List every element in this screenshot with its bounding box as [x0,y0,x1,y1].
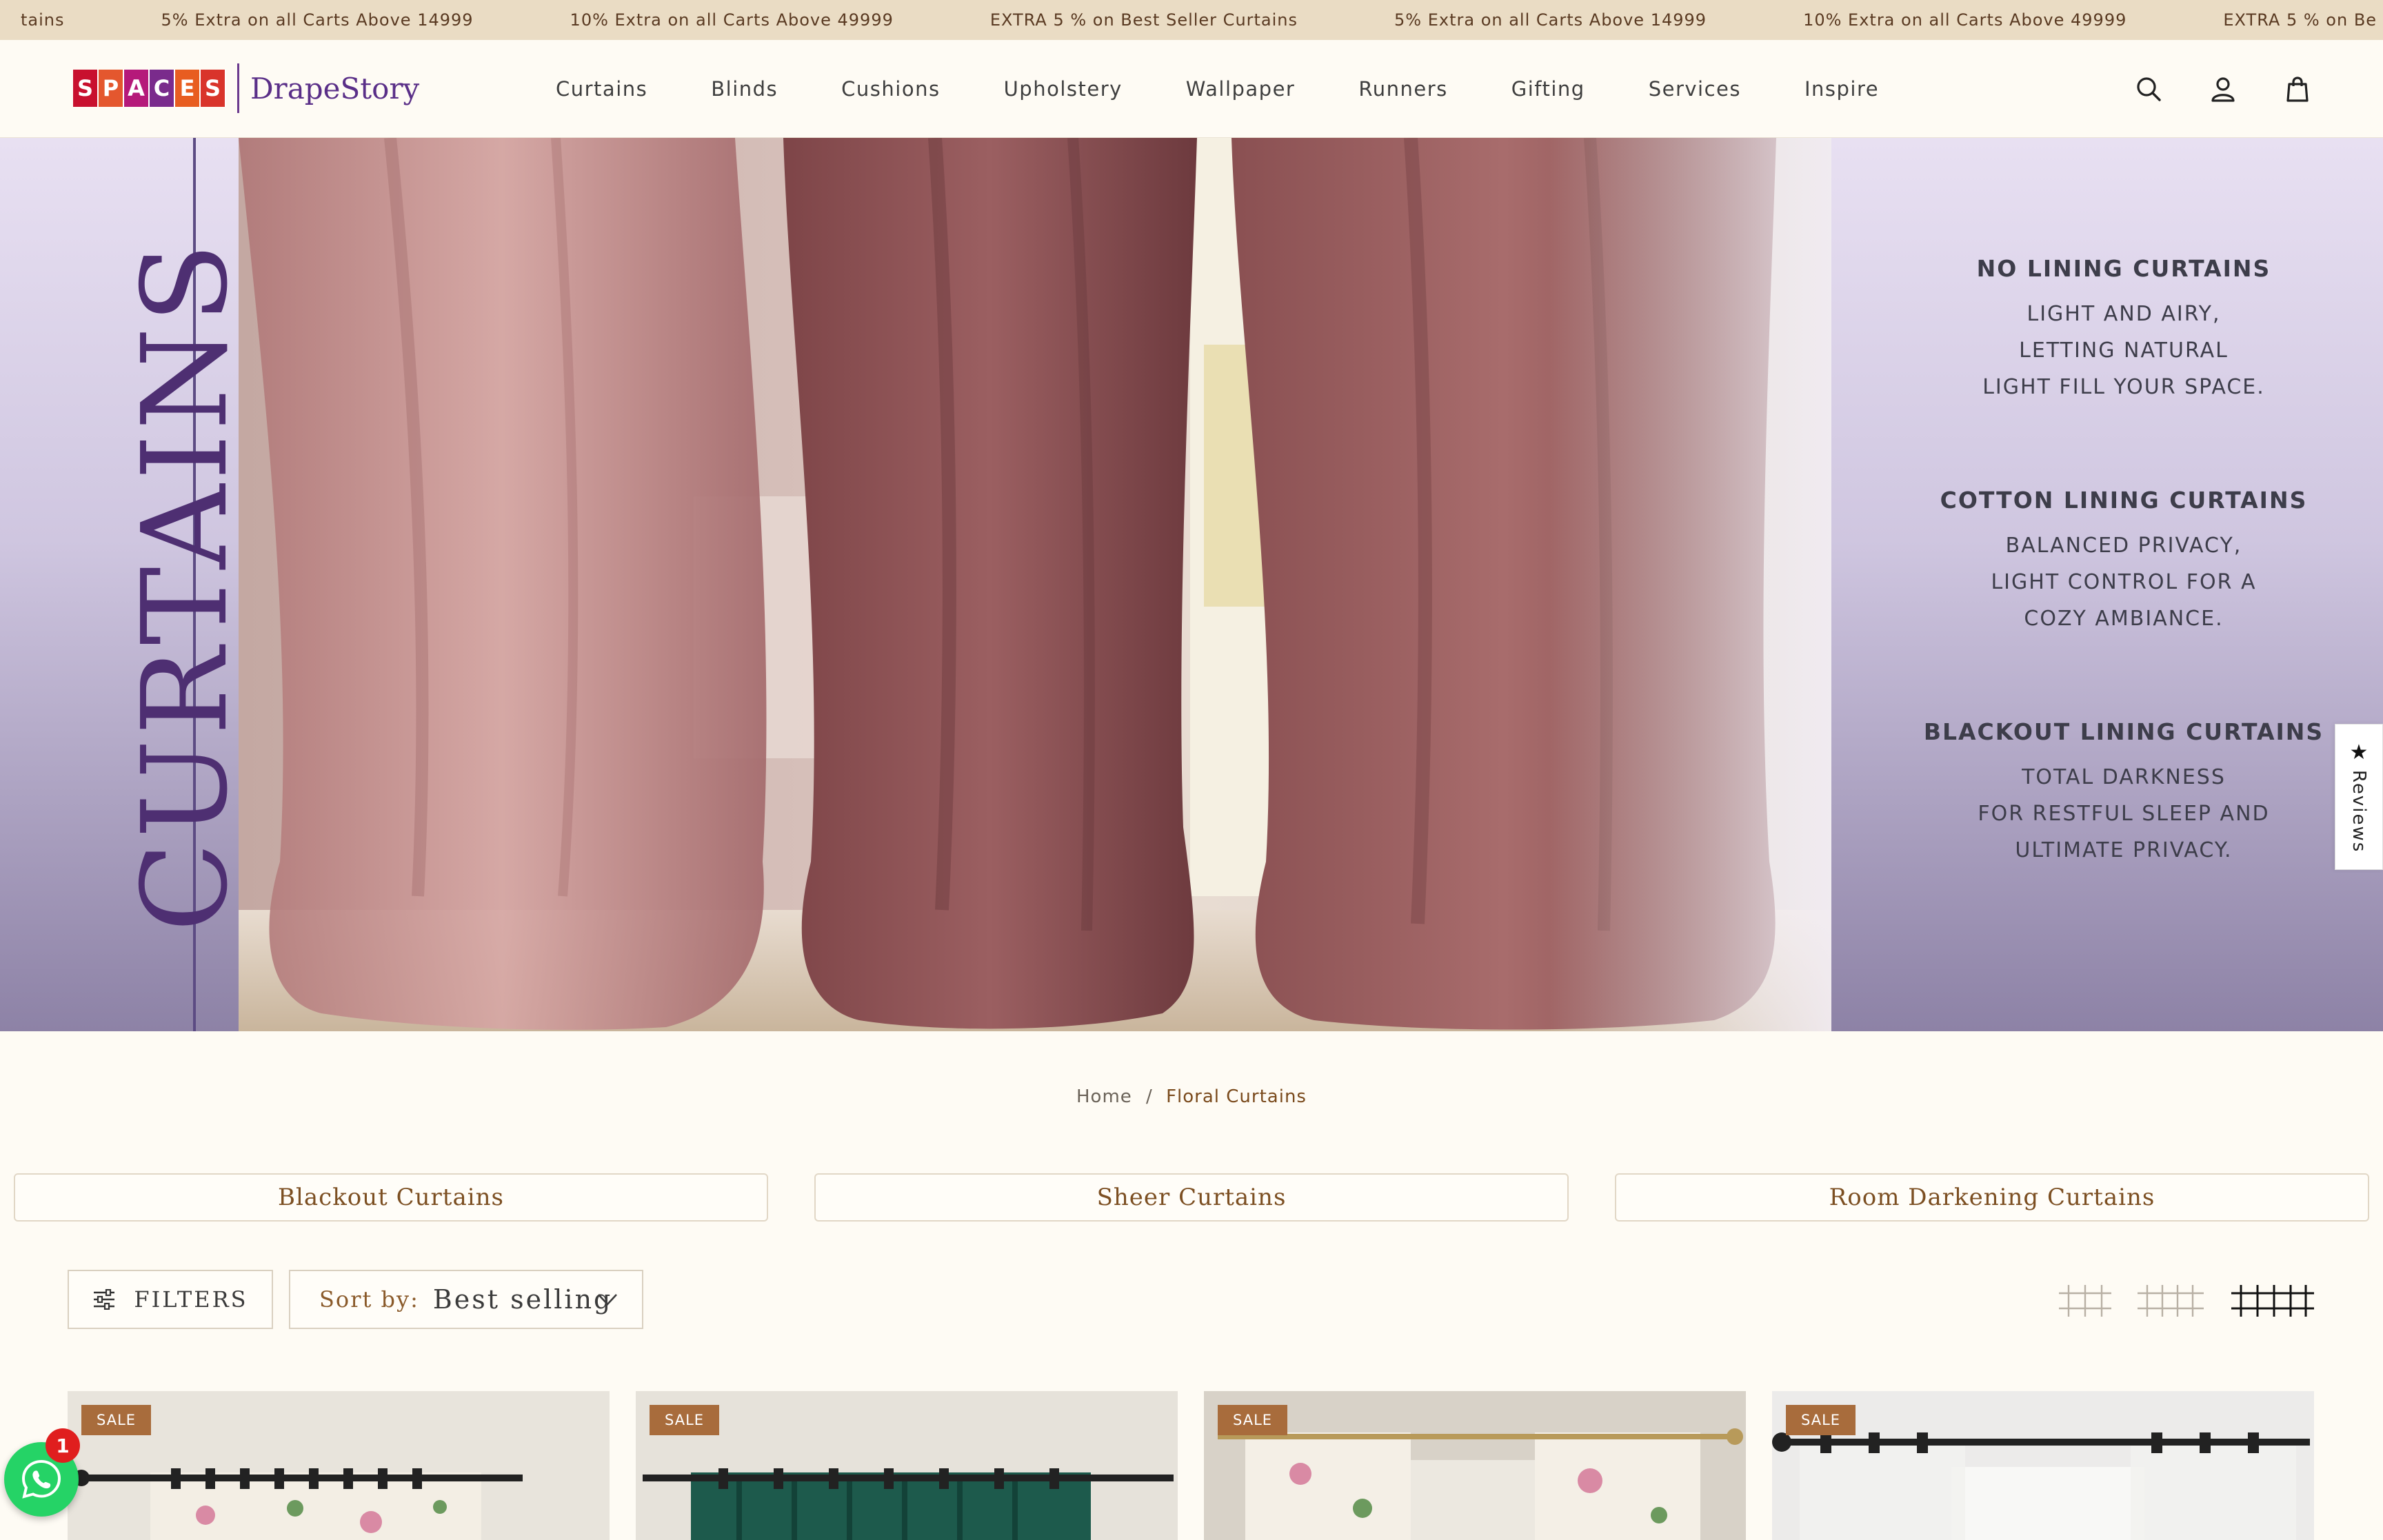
account-icon[interactable] [2209,74,2238,103]
hero-vertical-title: CURTAINS [117,239,254,932]
hero-curtain-photo [239,138,1831,1031]
chevron-down-icon [598,1294,617,1306]
breadcrumb-separator: / [1146,1086,1152,1107]
info-line: LIGHT FILL YOUR SPACE. [1982,375,2265,399]
info-title: NO LINING CURTAINS [1976,255,2271,282]
hero-lining-info: NO LINING CURTAINS LIGHT AND AIRY, LETTI… [1862,255,2383,950]
breadcrumb-home-link[interactable]: Home [1076,1086,1132,1107]
nav-item-inspire[interactable]: Inspire [1804,77,1879,101]
curtain-illustration [239,138,1831,1031]
sort-value: Best selling [432,1284,613,1315]
grid-4-column-icon[interactable] [2231,1285,2314,1317]
star-icon: ★ [2349,740,2369,765]
announcement-item: EXTRA 5 % on Be [2223,10,2377,30]
info-line: FOR RESTFUL SLEEP AND [1978,802,2270,826]
sale-badge: SALE [650,1405,720,1435]
grid-3-column-icon[interactable] [2138,1285,2204,1317]
search-icon[interactable] [2134,74,2163,103]
nav-item-gifting[interactable]: Gifting [1511,77,1585,101]
grid-2-column-icon[interactable] [2059,1285,2111,1317]
info-line: LETTING NATURAL [2019,338,2229,363]
whatsapp-icon [21,1459,61,1499]
cart-icon[interactable] [2283,74,2312,103]
announcement-item: 10% Extra on all Carts Above 49999 [1803,10,2127,30]
nav-item-runners[interactable]: Runners [1358,77,1447,101]
info-line: COZY AMBIANCE. [2024,607,2224,631]
announcement-item: 10% Extra on all Carts Above 49999 [570,10,894,30]
sale-badge: SALE [81,1405,152,1435]
reviews-side-tab[interactable]: ★ Reviews [2335,724,2383,870]
spaces-logo-mark: S P A C E S [73,70,226,107]
info-title: COTTON LINING CURTAINS [1940,487,2308,514]
sort-label: Sort by: [319,1286,419,1313]
nav-item-curtains[interactable]: Curtains [556,77,647,101]
breadcrumb: Home / Floral Curtains [0,1086,2383,1107]
category-pill-sheer[interactable]: Sheer Curtains [814,1173,1569,1222]
info-line: LIGHT AND AIRY, [2027,302,2221,326]
nav-item-cushions[interactable]: Cushions [841,77,940,101]
product-card[interactable]: SALE [636,1391,1178,1540]
spaces-logo-letter: A [124,70,150,107]
spaces-logo-letter: S [73,70,99,107]
info-line: BALANCED PRIVACY, [2005,534,2242,558]
nav-item-blinds[interactable]: Blinds [711,77,778,101]
nav-item-upholstery[interactable]: Upholstery [1004,77,1123,101]
product-card[interactable]: SALE [68,1391,610,1540]
info-title: BLACKOUT LINING CURTAINS [1923,718,2324,745]
info-block-blackout-lining: BLACKOUT LINING CURTAINS TOTAL DARKNESS … [1862,718,2383,869]
filters-label: FILTERS [134,1286,248,1313]
spaces-logo-letter: E [175,70,201,107]
announcement-item: 5% Extra on all Carts Above 14999 [161,10,474,30]
drapestory-wordmark: DrapeStory [250,71,420,105]
whatsapp-notification-badge: 1 [46,1428,80,1463]
breadcrumb-current: Floral Curtains [1166,1086,1307,1107]
nav-item-wallpaper[interactable]: Wallpaper [1186,77,1296,101]
sort-select[interactable]: Sort by: Best selling [289,1270,643,1329]
info-line: TOTAL DARKNESS [2022,765,2226,789]
info-block-no-lining: NO LINING CURTAINS LIGHT AND AIRY, LETTI… [1862,255,2383,405]
info-block-cotton-lining: COTTON LINING CURTAINS BALANCED PRIVACY,… [1862,487,2383,637]
spaces-logo-letter: S [201,70,226,107]
category-pill-blackout[interactable]: Blackout Curtains [14,1173,768,1222]
spaces-logo-letter: P [99,70,124,107]
site-header: S P A C E S DrapeStory Curtains Blinds C… [0,40,2383,138]
nav-item-services[interactable]: Services [1649,77,1741,101]
announcement-item: tains [21,10,65,30]
hero-banner: CURTAINS NO LINING CURTAINS LIGHT AND AI… [0,138,2383,1031]
announcement-item: EXTRA 5 % on Best Seller Curtains [989,10,1298,30]
announcement-item: 5% Extra on all Carts Above 14999 [1394,10,1707,30]
spaces-logo-letter: C [150,70,175,107]
sale-badge: SALE [1786,1405,1856,1435]
reviews-label: Reviews [2349,770,2369,853]
announcement-track: tains 5% Extra on all Carts Above 14999 … [0,0,2383,40]
filters-button[interactable]: FILTERS [68,1270,273,1329]
category-pill-room-darkening[interactable]: Room Darkening Curtains [1615,1173,2369,1222]
logo-divider [237,63,239,113]
info-line: LIGHT CONTROL FOR A [1991,570,2257,594]
sale-badge: SALE [1218,1405,1288,1435]
product-card[interactable]: SALE [1772,1391,2314,1540]
main-nav: Curtains Blinds Cushions Upholstery Wall… [556,40,1942,138]
announcement-bar: tains 5% Extra on all Carts Above 14999 … [0,0,2383,40]
product-card[interactable]: SALE [1204,1391,1746,1540]
info-line: ULTIMATE PRIVACY. [2015,838,2233,862]
brand-logo[interactable]: S P A C E S DrapeStory [73,63,419,113]
sliders-icon [94,1289,115,1310]
